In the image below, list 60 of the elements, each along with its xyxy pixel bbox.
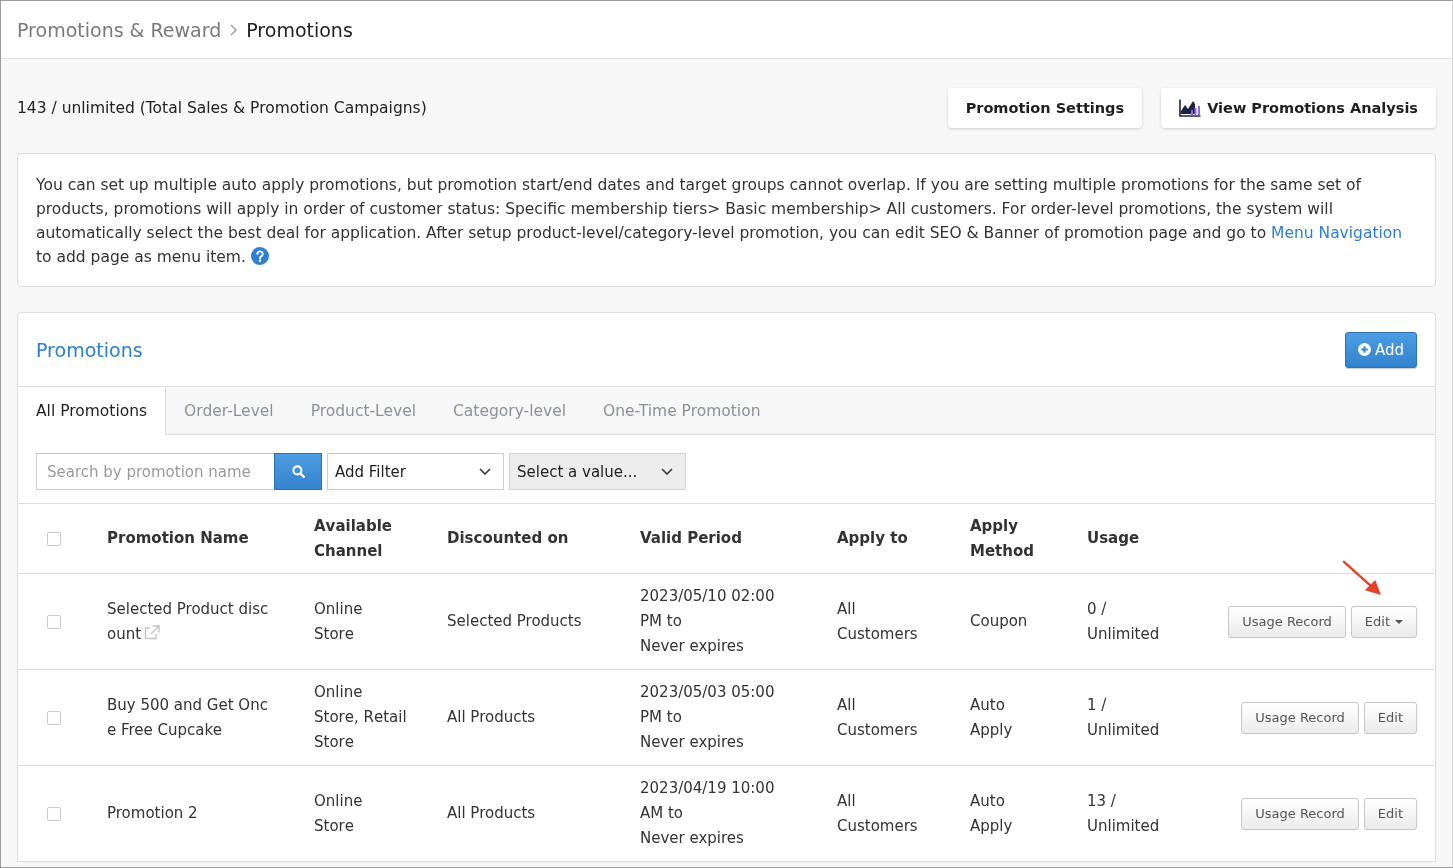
column-header: Discounted on: [447, 528, 570, 549]
row-action-button[interactable]: Usage Record: [1241, 797, 1359, 830]
tab[interactable]: All Promotions: [18, 387, 167, 435]
table-cell-text: 1 / Unlimited: [1087, 694, 1161, 741]
table-cell-text: All Products: [447, 707, 537, 728]
table-cell-text: Online Store, Retail Store: [314, 682, 407, 753]
table-cell-text: All Customers: [837, 598, 919, 645]
table-cell-text: All Customers: [837, 694, 919, 741]
breadcrumb-link[interactable]: Promotions & Reward: [17, 18, 222, 41]
table-cell-text: Auto Apply: [970, 790, 1014, 837]
search-button[interactable]: [274, 453, 322, 490]
row-action-button[interactable]: Edit: [1363, 701, 1417, 734]
table-cell-text: All Products: [447, 803, 537, 824]
table-cell-text: 2023/04/19 10:00 AM to Never expires: [640, 778, 776, 849]
chevron-right-icon: [230, 23, 238, 36]
column-header: Valid Period: [640, 528, 743, 549]
quota-text: 143 / unlimited (Total Sales & Promotion Campaigns): [17, 99, 427, 117]
column-header: Available Channel: [314, 515, 393, 562]
help-icon[interactable]: [250, 247, 269, 265]
chart-icon: [1179, 99, 1202, 117]
column-header: Usage: [1087, 528, 1141, 549]
toolbar-button[interactable]: View Promotions Analysis: [1161, 88, 1436, 128]
table-cell-text: All Customers: [837, 790, 919, 837]
search-field[interactable]: Search by promotion name: [36, 453, 274, 490]
table-cell-text: 0 / Unlimited: [1087, 598, 1161, 645]
info-text: You can set up multiple auto apply promotions, but promotion start/end dates and target groups cannot overlap. If you are setting multiple promotions for the same set of products, promotions will apply in order of customer status: Specific membership tiers> Basic membership> All customers. For order-level promotions, the system will automatically select the best deal for application. After setup product-level/category-level promotion, you can edit SEO & Banner of promotion page and go to Menu Navigation to add page as menu item.: [36, 175, 1404, 268]
table-cell-text: Selected Products: [447, 611, 583, 632]
filter-dropdown[interactable]: Add Filter: [327, 453, 504, 490]
panel-title: Promotions: [36, 338, 143, 361]
breadcrumb-link[interactable]: Promotions: [246, 18, 353, 41]
column-header: Promotion Name: [107, 528, 250, 549]
table-cell-text: Online Store: [314, 790, 364, 837]
column-header: Apply to: [837, 528, 909, 549]
plus-circle-icon: [1357, 343, 1371, 356]
arrow-icon: [1342, 560, 1382, 596]
search-icon: [291, 465, 305, 478]
caret-icon: [1395, 619, 1403, 624]
row-action-button[interactable]: Usage Record: [1228, 605, 1346, 638]
table-cell-text: 2023/05/10 02:00 PM to Never expires: [640, 586, 776, 657]
table-cell-text: Coupon: [970, 611, 1029, 632]
external-link-icon: [144, 624, 161, 640]
table-cell-text: 2023/05/03 05:00 PM to Never expires: [640, 682, 776, 753]
promotion-name-link[interactable]: Buy 500 and Get Once Free Cupcake: [107, 692, 273, 743]
menu-navigation-link[interactable]: Menu Navigation: [1271, 224, 1403, 242]
checkbox[interactable]: [46, 710, 61, 725]
checkbox[interactable]: [46, 531, 61, 546]
promotion-name-link[interactable]: Promotion 2: [107, 801, 273, 826]
toolbar-button[interactable]: Promotion Settings: [947, 88, 1143, 128]
checkbox[interactable]: [46, 806, 61, 821]
row-action-button[interactable]: Edit: [1363, 797, 1417, 830]
table-cell-text: 13 / Unlimited: [1087, 790, 1161, 837]
row-action-button[interactable]: Usage Record: [1241, 701, 1359, 734]
chevron-down-icon: [661, 468, 673, 475]
checkbox[interactable]: [46, 614, 61, 629]
table-cell-text: Online Store: [314, 598, 364, 645]
column-header: Apply Method: [970, 515, 1035, 562]
promotion-name-link[interactable]: Selected Product discount: [107, 596, 273, 647]
table-cell-text: Auto Apply: [970, 694, 1014, 741]
row-action-button[interactable]: Edit: [1350, 605, 1417, 638]
chevron-down-icon: [479, 468, 491, 475]
